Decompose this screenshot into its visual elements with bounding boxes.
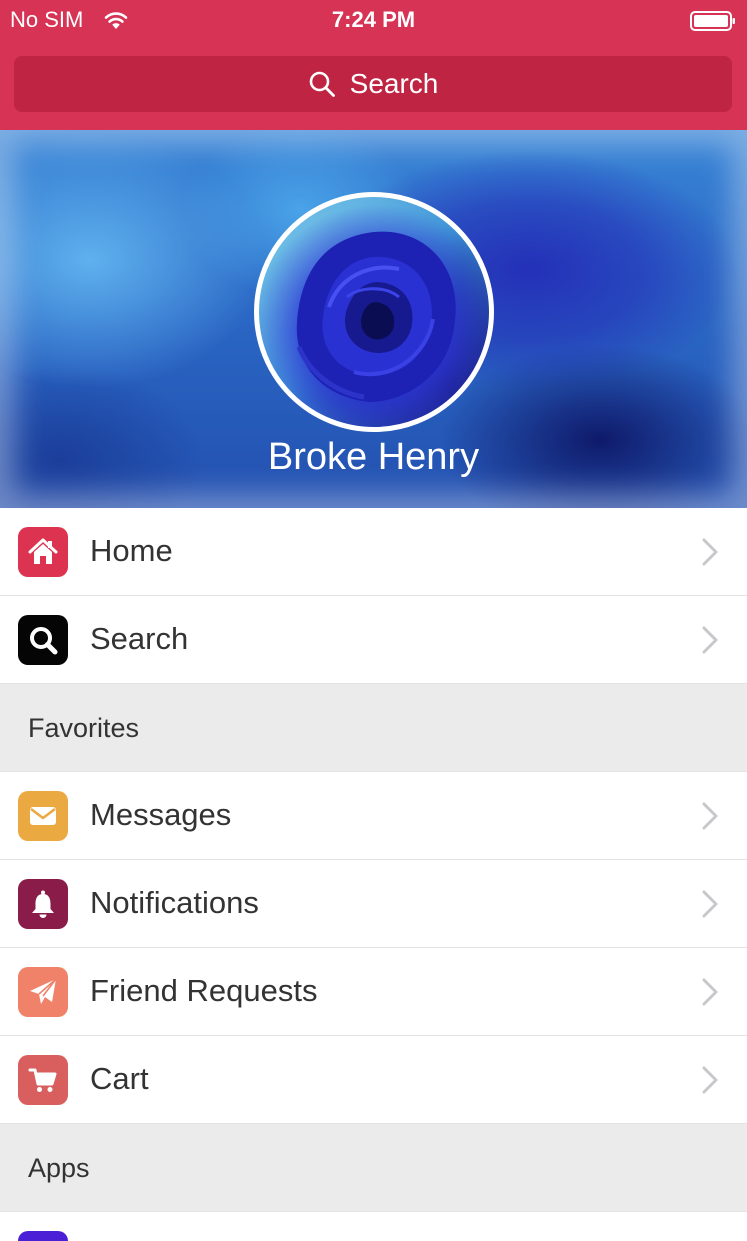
- home-icon: [28, 538, 58, 564]
- home-icon-tile: [18, 527, 68, 577]
- search-icon: [309, 71, 335, 97]
- bell-icon: [32, 890, 54, 918]
- menu-item-friend-requests[interactable]: Friend Requests: [0, 948, 747, 1036]
- menu-item-label: Messages: [90, 797, 232, 832]
- menu-item-label: Home: [90, 533, 173, 568]
- bell-icon-tile: [18, 879, 68, 929]
- search-icon-tile: [18, 615, 68, 665]
- status-bar: No SIM 7:24 PM: [0, 0, 747, 40]
- chevron-right-icon: [702, 802, 718, 830]
- chevron-right-icon: [702, 626, 718, 654]
- cart-icon: [28, 1068, 57, 1092]
- section-header-label: Apps: [28, 1153, 90, 1183]
- menu-item-messages[interactable]: Messages: [0, 772, 747, 860]
- search-bar[interactable]: Search: [14, 56, 732, 112]
- cart-icon-tile: [18, 1055, 68, 1105]
- profile-name: Broke Henry: [267, 436, 480, 478]
- menu-item-label: Search: [90, 621, 189, 656]
- menu-item-app-partial[interactable]: [0, 1212, 747, 1241]
- envelope-icon-tile: [18, 791, 68, 841]
- paper-plane-icon-tile: [18, 967, 68, 1017]
- battery-icon: [690, 11, 735, 31]
- section-header-apps: Apps: [0, 1124, 747, 1212]
- clock: 7:24 PM: [331, 7, 416, 32]
- search-icon: [30, 627, 58, 655]
- chevron-right-icon: [702, 538, 718, 566]
- rose-image: [296, 231, 456, 402]
- top-header: No SIM 7:24 PM Search: [0, 0, 747, 130]
- profile-header: Broke Henry: [0, 130, 747, 508]
- menu-item-notifications[interactable]: Notifications: [0, 860, 747, 948]
- app-icon-tile: [18, 1231, 68, 1241]
- menu-item-cart[interactable]: Cart: [0, 1036, 747, 1124]
- menu-item-search[interactable]: Search: [0, 596, 747, 684]
- envelope-icon: [30, 807, 56, 825]
- section-header-favorites: Favorites: [0, 684, 747, 772]
- chevron-right-icon: [702, 890, 718, 918]
- avatar[interactable]: [254, 192, 494, 432]
- menu-item-home[interactable]: Home: [0, 508, 747, 596]
- menu-item-label: Friend Requests: [90, 973, 318, 1008]
- section-header-label: Favorites: [28, 713, 140, 743]
- search-bar-label: Search: [349, 68, 439, 99]
- chevron-right-icon: [702, 978, 718, 1006]
- menu-item-label: Cart: [90, 1061, 149, 1096]
- paper-plane-icon: [30, 978, 57, 1004]
- menu-item-label: Notifications: [90, 885, 259, 920]
- chevron-right-icon: [702, 1066, 718, 1094]
